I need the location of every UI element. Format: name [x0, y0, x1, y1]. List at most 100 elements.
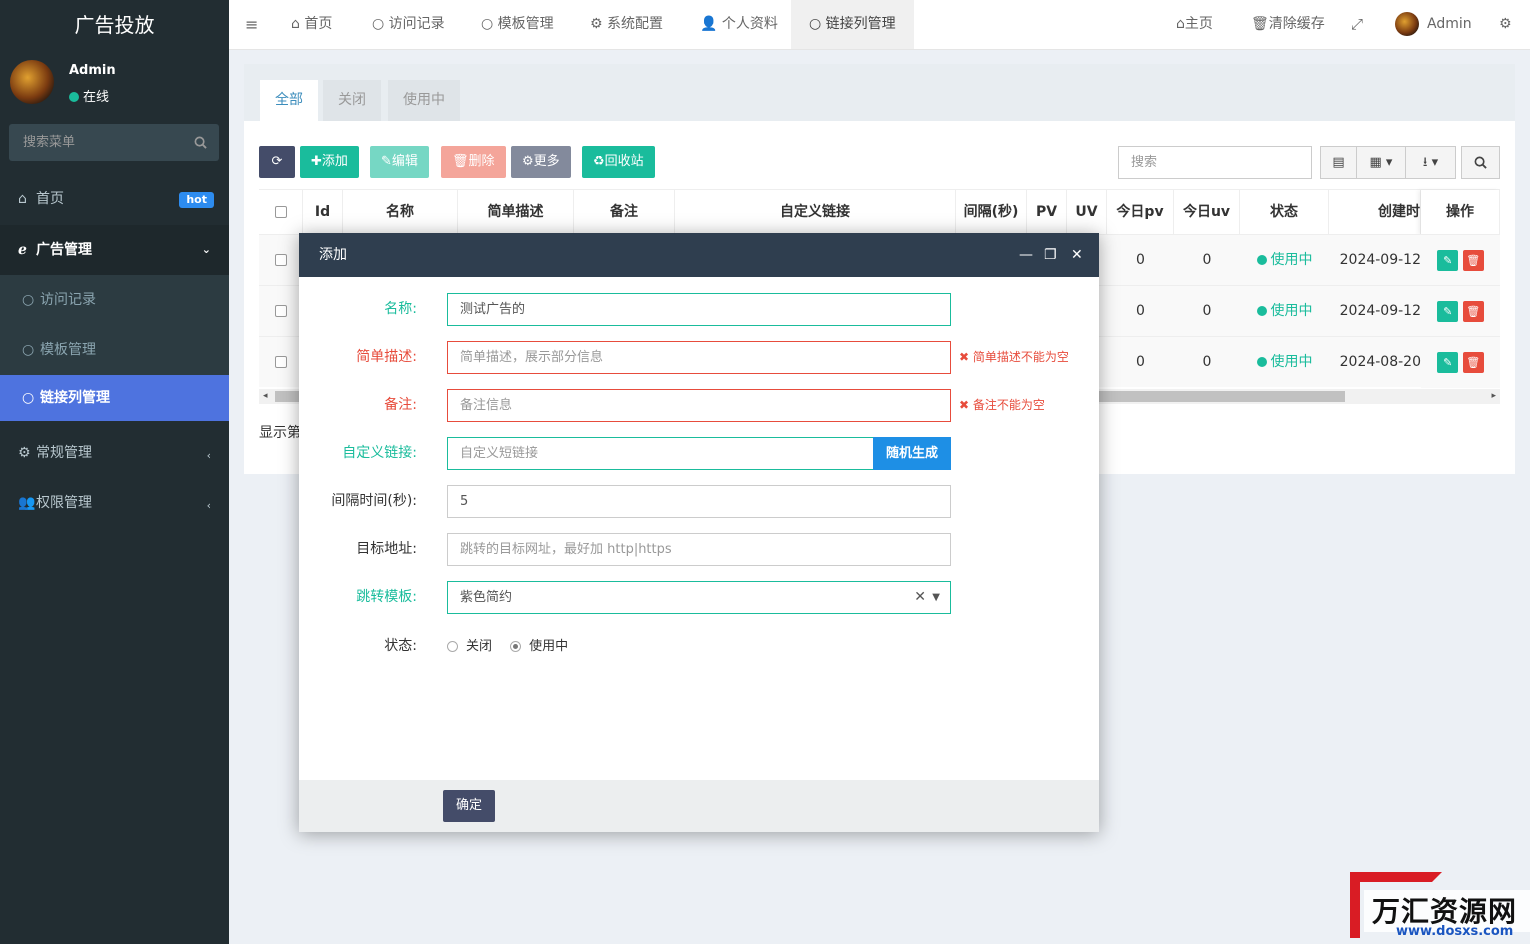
name-field[interactable]: 测试广告的: [447, 293, 951, 326]
edit-row-icon[interactable]: ✎: [1437, 249, 1459, 271]
column-header[interactable]: 简单描述: [458, 190, 574, 235]
column-header[interactable]: 名称: [343, 190, 458, 235]
sidebar-item-home[interactable]: ⌂ 首页 hot: [0, 174, 229, 225]
status-radio-closed[interactable]: 关闭: [447, 639, 492, 654]
sidebar-item-ad-management[interactable]: ℯ 广告管理 ⌄: [0, 225, 229, 275]
random-generate-button[interactable]: 随机生成: [873, 437, 951, 470]
delete-row-icon[interactable]: 🗑: [1462, 249, 1484, 271]
tab-visit-log[interactable]: ○ 访问记录: [372, 0, 445, 49]
circle-icon: ○: [481, 16, 498, 32]
row-checkbox[interactable]: [259, 235, 303, 286]
delete-row-icon[interactable]: 🗑: [1462, 300, 1484, 322]
search-icon[interactable]: [194, 124, 207, 161]
dialog-header[interactable]: 添加 — ❐ ✕: [299, 233, 1099, 277]
form-row-remark: 备注: 备注信息 ✖ 备注不能为空: [299, 389, 1099, 422]
settings-icon[interactable]: ⚙: [1499, 0, 1512, 49]
sidebar-item-general-management[interactable]: ⚙ 常规管理 ‹: [0, 428, 229, 478]
column-header[interactable]: 今日uv: [1174, 190, 1240, 235]
tab-home[interactable]: ⌂ 首页: [291, 0, 332, 49]
desc-error: ✖ 简单描述不能为空: [959, 341, 1069, 374]
toggle-view-icon[interactable]: ▤: [1320, 146, 1357, 179]
sidebar-item-template-management[interactable]: ○ 模板管理: [0, 325, 229, 375]
checkbox[interactable]: [274, 206, 287, 218]
chevron-down-icon[interactable]: ▼: [932, 582, 940, 613]
column-header[interactable]: 间隔(秒): [956, 190, 1027, 235]
desc-error-text: 简单描述不能为空: [972, 350, 1069, 364]
checkbox[interactable]: [275, 305, 287, 317]
status-radio-in-use[interactable]: 使用中: [510, 639, 568, 654]
home-link[interactable]: ⌂主页: [1176, 0, 1213, 49]
column-header[interactable]: Id: [303, 190, 343, 235]
tab-closed[interactable]: 关闭: [323, 80, 381, 121]
column-header[interactable]: 今日pv: [1107, 190, 1174, 235]
column-header[interactable]: 状态: [1240, 190, 1329, 235]
sidebar-menu: ⌂ 首页 hot ℯ 广告管理 ⌄ ○ 访问记录 ○ 模板管理 ○ 链接列管理 ⚙ 常规管理…: [0, 174, 229, 528]
close-icon[interactable]: ✕: [1071, 233, 1083, 277]
sidebar-item-visit-log[interactable]: ○ 访问记录: [0, 275, 229, 325]
desc-field[interactable]: 简单描述，展示部分信息: [447, 341, 951, 374]
maximize-icon[interactable]: ❐: [1044, 233, 1057, 277]
clear-cache-button[interactable]: 🗑清除缓存: [1251, 0, 1325, 49]
tab-label: 模板管理: [497, 16, 554, 32]
column-header[interactable]: 自定义链接: [675, 190, 956, 235]
column-header[interactable]: 创建时: [1329, 190, 1421, 235]
more-button[interactable]: ⚙更多: [511, 146, 571, 178]
sidebar-item-permission-management[interactable]: 👥权限管理 ‹: [0, 478, 229, 528]
delete-button[interactable]: 🗑删除: [441, 146, 506, 178]
target-url-field[interactable]: 跳转的目标网址，最好加 http|https: [447, 533, 951, 566]
tab-system-config[interactable]: ⚙ 系统配置: [590, 0, 663, 49]
row-actions: ✎ 🗑: [1421, 235, 1500, 286]
tab-template-management[interactable]: ○ 模板管理: [481, 0, 554, 49]
column-header[interactable]: PV: [1027, 190, 1067, 235]
sidebar-item-label: 常规管理: [36, 445, 92, 461]
column-header[interactable]: 备注: [574, 190, 675, 235]
columns-dropdown-icon[interactable]: ▦ ▾: [1356, 146, 1406, 179]
tab-all[interactable]: 全部: [260, 80, 318, 121]
user-menu[interactable]: Admin: [1395, 0, 1472, 49]
form-row-template: 跳转模板: 紫色简约 ✕ ▼: [299, 581, 1099, 614]
confirm-button[interactable]: 确定: [443, 790, 495, 822]
select-all-checkbox[interactable]: [259, 190, 303, 235]
minimize-icon[interactable]: —: [1019, 233, 1033, 277]
radio-checked-icon[interactable]: [510, 641, 522, 652]
sidebar-item-link-list-management[interactable]: ○ 链接列管理: [0, 375, 229, 421]
radio-icon[interactable]: [447, 641, 458, 652]
column-header[interactable]: UV: [1067, 190, 1107, 235]
checkbox[interactable]: [275, 356, 287, 368]
sidebar-item-label: 模板管理: [40, 342, 96, 358]
custom-link-label: 自定义链接:: [342, 445, 417, 461]
remark-label: 备注:: [384, 397, 417, 413]
custom-link-field[interactable]: 自定义短链接: [447, 437, 877, 470]
table-search-input[interactable]: 搜索: [1118, 146, 1312, 179]
tab-profile[interactable]: 👤 个人资料: [700, 0, 778, 49]
fullscreen-icon[interactable]: ⤢: [1351, 0, 1363, 49]
row-checkbox[interactable]: [259, 337, 303, 388]
remark-field[interactable]: 备注信息: [447, 389, 951, 422]
status-badge[interactable]: 使用中: [1240, 235, 1329, 286]
checkbox[interactable]: [275, 254, 287, 266]
tab-link-list-management[interactable]: ○ 链接列管理: [791, 0, 914, 49]
clear-icon[interactable]: ✕: [914, 582, 926, 613]
scroll-left-icon[interactable]: ◂: [263, 389, 268, 404]
scroll-right-icon[interactable]: ▸: [1491, 389, 1496, 404]
edit-row-icon[interactable]: ✎: [1437, 351, 1459, 373]
menu-toggle-icon[interactable]: ≡: [245, 0, 258, 49]
avatar: [1395, 12, 1419, 36]
add-button[interactable]: ✚添加: [300, 146, 359, 178]
edit-button[interactable]: ✎编辑: [370, 146, 429, 178]
menu-search-input[interactable]: 搜索菜单: [9, 124, 219, 161]
delete-row-icon[interactable]: 🗑: [1462, 351, 1484, 373]
status-badge[interactable]: 使用中: [1240, 337, 1329, 388]
status-badge[interactable]: 使用中: [1240, 286, 1329, 337]
refresh-button[interactable]: ⟳: [259, 146, 295, 178]
edit-row-icon[interactable]: ✎: [1437, 300, 1459, 322]
search-icon[interactable]: [1461, 146, 1500, 179]
row-checkbox[interactable]: [259, 286, 303, 337]
recycle-bin-button[interactable]: ♻回收站: [582, 146, 655, 178]
template-select[interactable]: 紫色简约 ✕ ▼: [447, 581, 951, 614]
recycle-icon: ♻: [593, 154, 605, 169]
interval-field[interactable]: 5: [447, 485, 951, 518]
filter-tabs: 全部 关闭 使用中: [244, 64, 1515, 121]
tab-in-use[interactable]: 使用中: [388, 80, 460, 121]
export-dropdown-icon[interactable]: ⭳ ▾: [1405, 146, 1456, 179]
